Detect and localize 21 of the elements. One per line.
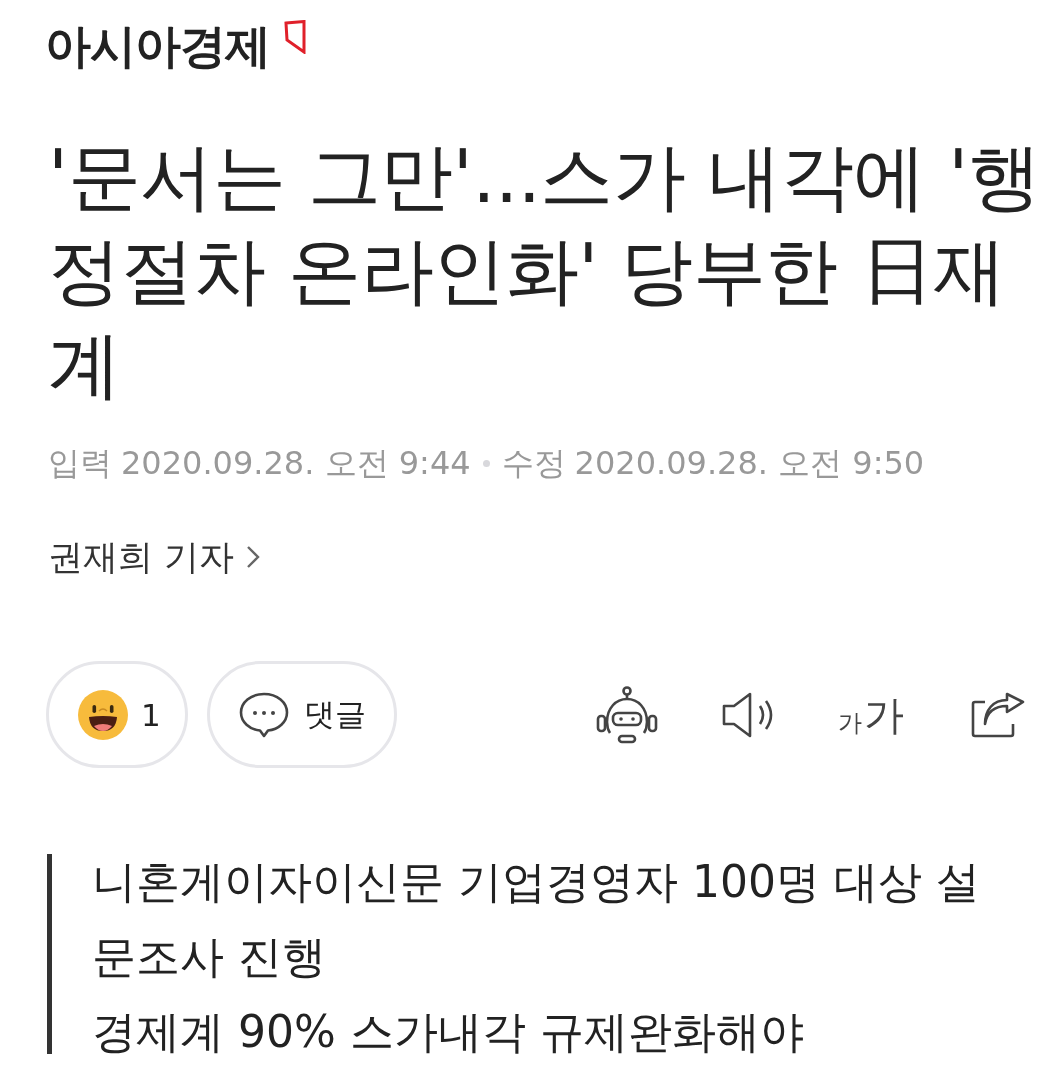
comment-button[interactable]: 댓글 [206,661,397,768]
share-icon [971,691,1025,738]
chatbot-button[interactable] [595,685,659,744]
published-label: 입력 [48,443,112,484]
modified-time: 2020.09.28. 오전 9:50 [574,443,925,484]
share-button[interactable] [971,691,1025,738]
modified-label: 수정 [501,443,566,484]
summary-line: 경제계 90% 스가내각 규제완화해야 [92,1005,805,1059]
summary-line: 니혼게이자이신문 기업경영자 100명 대상 설문조사 진행 [92,855,981,984]
separator-dot-icon [482,459,490,467]
font-size-button[interactable]: 가 가 [838,692,904,737]
speech-bubble-icon [238,691,289,738]
chevron-right-icon [246,545,261,569]
robot-icon [595,685,659,744]
article-title: '문서는 그만'...스가 내각에 '행정절차 온라인화' 당부한 日재계 [48,133,1042,409]
reaction-button[interactable]: 1 [46,661,188,768]
author-link[interactable]: 권재희 기자 [48,535,261,579]
published-time: 2020.09.28. 오전 9:44 [121,443,471,484]
site-logo[interactable]: 아시아경제 [45,18,306,74]
smiling-face-icon [78,689,128,740]
logo-mark-icon [284,20,306,54]
